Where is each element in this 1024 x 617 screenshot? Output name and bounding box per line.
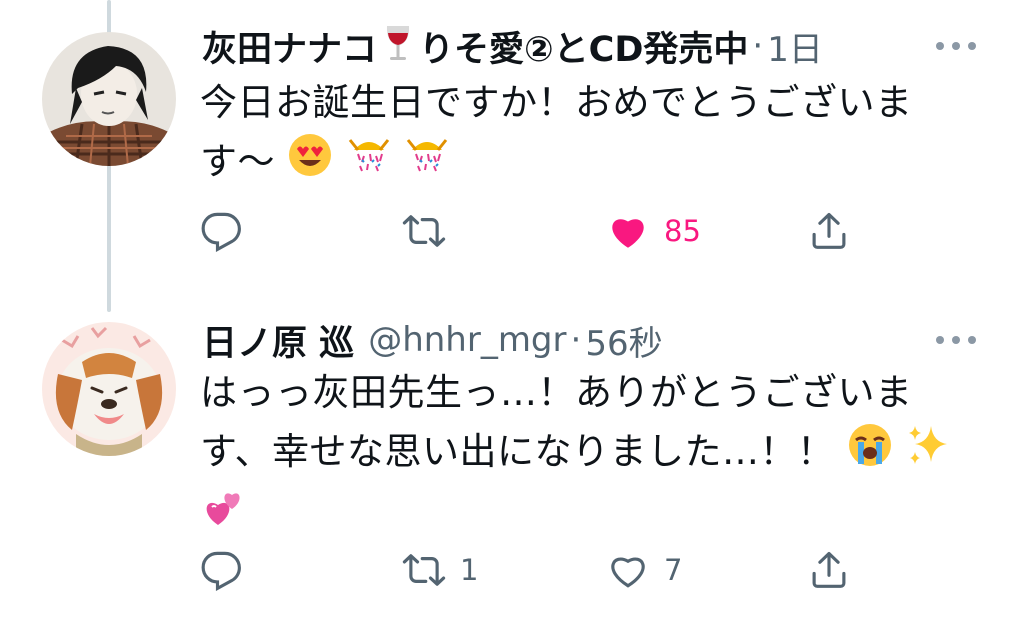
- avatar-illustration: [42, 32, 176, 166]
- confetti-ball-icon: [346, 132, 392, 195]
- smiling-face-with-heart-eyes-icon: [287, 132, 333, 195]
- tweet-text-line-2: す〜: [200, 140, 275, 183]
- tweet-text-line-3-wrap: [200, 485, 990, 548]
- like-button[interactable]: 7: [606, 547, 682, 593]
- like-count: 85: [664, 214, 701, 248]
- share-icon: [812, 551, 846, 588]
- retweet-icon: [402, 554, 446, 586]
- more-options-icon[interactable]: [936, 334, 976, 346]
- separator-dot: ·: [570, 320, 582, 360]
- avatar[interactable]: [42, 322, 176, 456]
- tweet-text-line-1: はっっ灰田先生っ…！ありがとうございま: [200, 371, 913, 414]
- like-button[interactable]: 85: [606, 208, 701, 254]
- sparkles-icon: [905, 422, 951, 485]
- like-count: 7: [664, 553, 683, 587]
- tweet-text-line-1: 今日お誕生日ですか！おめでとうございま: [200, 81, 913, 124]
- share-button[interactable]: [808, 208, 864, 254]
- reply-icon: [201, 212, 241, 252]
- avatar-illustration: [42, 322, 176, 456]
- retweet-button[interactable]: 1: [402, 547, 478, 593]
- heart-filled-icon: [612, 219, 644, 248]
- loudly-crying-face-icon: [847, 422, 893, 485]
- reply-button[interactable]: [200, 547, 256, 593]
- share-button[interactable]: [808, 547, 864, 593]
- handle[interactable]: @hnhr_mgr: [368, 320, 566, 360]
- wine-glass-icon: [383, 24, 413, 68]
- two-hearts-icon: [200, 485, 246, 548]
- retweet-icon: [402, 215, 446, 247]
- avatar[interactable]: [42, 32, 176, 166]
- reply-button[interactable]: [200, 208, 256, 254]
- tweet-text: 今日お誕生日ですか！おめでとうございま す〜: [200, 74, 990, 195]
- separator-dot: ·: [752, 26, 764, 66]
- retweet-count: 1: [460, 553, 479, 587]
- tweet-actions: 85: [200, 208, 860, 254]
- tweet-1[interactable]: 灰田ナナコ りそ愛②とCD発売中 · 1日 今日お誕生日ですか！おめでとうござい…: [0, 0, 1024, 312]
- tweet-header: 灰田ナナコ りそ愛②とCD発売中 · 1日: [202, 20, 823, 72]
- timestamp[interactable]: 1日: [767, 22, 823, 71]
- display-name-suffix: りそ愛②とCD発売中: [419, 29, 749, 70]
- retweet-button[interactable]: [402, 208, 460, 254]
- tweet-header: 日ノ原 巡 @hnhr_mgr · 56秒: [202, 314, 663, 366]
- reply-icon: [201, 551, 241, 591]
- tweet-2[interactable]: 日ノ原 巡 @hnhr_mgr · 56秒 はっっ灰田先生っ…！ありがとうござい…: [0, 312, 1024, 617]
- display-name[interactable]: 日ノ原 巡: [202, 315, 354, 366]
- more-options-icon[interactable]: [936, 40, 976, 52]
- tweet-actions: 1 7: [200, 547, 860, 593]
- confetti-ball-icon: [404, 132, 450, 195]
- tweet-text-line-2: す、幸せな思い出になりました…！！: [200, 430, 835, 473]
- tweet-text-line-2-wrap: す〜: [200, 132, 990, 195]
- tweet-text: はっっ灰田先生っ…！ありがとうございま す、幸せな思い出になりました…！！: [200, 364, 990, 548]
- timestamp[interactable]: 56秒: [585, 316, 662, 365]
- tweet-text-line-2-wrap: す、幸せな思い出になりました…！！: [200, 422, 990, 485]
- heart-outline-icon: [611, 557, 645, 588]
- display-name[interactable]: 灰田ナナコ: [202, 21, 377, 72]
- share-icon: [812, 212, 846, 249]
